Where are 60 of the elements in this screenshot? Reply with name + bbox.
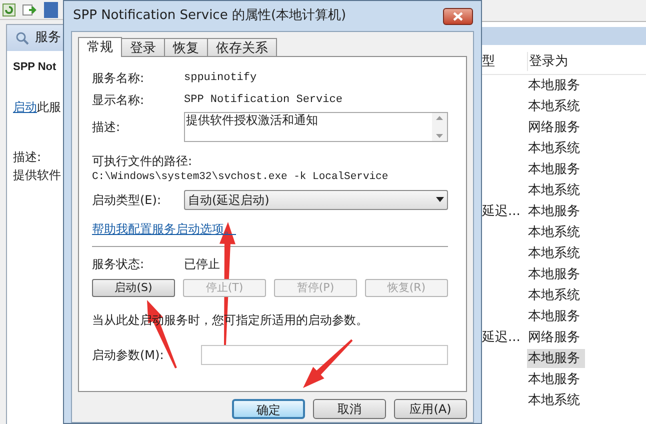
help-link[interactable]: 帮助我配置服务启动选项。 bbox=[92, 220, 236, 238]
tab[interactable]: 登录 bbox=[121, 38, 165, 56]
description-text: 提供软件 bbox=[13, 166, 62, 184]
export-icon[interactable] bbox=[22, 2, 38, 16]
path-label: 可执行文件的路径: bbox=[92, 153, 194, 170]
scrollbar[interactable] bbox=[432, 113, 447, 141]
field-label: 服务名称: bbox=[92, 70, 146, 87]
startup-type-dropdown[interactable]: 自动(延迟启动) bbox=[184, 190, 448, 210]
service-name-value: sppuinotify bbox=[184, 70, 257, 86]
field-label: 显示名称: bbox=[92, 92, 146, 109]
table-cell[interactable]: 本地系统 bbox=[527, 286, 585, 306]
service-button[interactable]: 启动(S) bbox=[92, 278, 175, 297]
pane-title: 服务 bbox=[35, 29, 61, 48]
table-cell[interactable]: 网络服务 bbox=[527, 328, 585, 348]
tab[interactable]: 恢复 bbox=[164, 38, 208, 56]
action-text: 此服 bbox=[37, 98, 61, 116]
table-cell[interactable]: 本地系统 bbox=[527, 244, 585, 264]
table-cell[interactable]: 本地服务 bbox=[527, 306, 585, 326]
start-link[interactable]: 启动 bbox=[13, 98, 37, 116]
table-cell[interactable]: 网络服务 bbox=[527, 118, 585, 138]
table-cell[interactable]: 本地服务 bbox=[527, 348, 585, 368]
search-icon bbox=[15, 31, 29, 45]
table-cell[interactable]: 本地服务 bbox=[527, 160, 585, 180]
display-name-value: SPP Notification Service bbox=[184, 92, 342, 108]
table-cell[interactable]: 本地系统 bbox=[527, 222, 585, 242]
description-label: 描述: bbox=[13, 148, 42, 166]
field-label: 启动类型(E): bbox=[92, 192, 162, 209]
dialog-button[interactable]: 取消 bbox=[313, 399, 386, 419]
table-cell[interactable]: 本地系统 bbox=[527, 138, 585, 158]
refresh-icon[interactable] bbox=[2, 2, 16, 16]
table-cell[interactable]: 本地系统 bbox=[527, 96, 585, 116]
field-label: 描述: bbox=[92, 119, 122, 136]
table-cell[interactable]: 本地服务 bbox=[527, 76, 585, 96]
path-value: C:\Windows\system32\svchost.exe -k LocalService bbox=[92, 170, 390, 185]
dialog-button[interactable]: 确定 bbox=[232, 399, 305, 419]
table-cell[interactable]: 本地服务 bbox=[527, 264, 585, 284]
table-cell-text: 延迟... bbox=[482, 328, 522, 347]
service-title: SPP Not bbox=[13, 60, 58, 75]
table-cell[interactable]: 本地系统 bbox=[527, 390, 585, 410]
close-icon bbox=[453, 12, 463, 20]
window-title: SPP Notification Service 的属性(本地计算机) bbox=[72, 7, 346, 26]
annotation-arrow bbox=[303, 339, 353, 388]
scroll-down-icon[interactable] bbox=[436, 134, 443, 138]
dialog-button[interactable]: 应用(A) bbox=[394, 399, 467, 419]
column-header[interactable]: 登录为 bbox=[527, 52, 587, 72]
table-cell-text: 延迟... bbox=[482, 202, 522, 221]
tab[interactable]: 依存关系 bbox=[207, 38, 277, 56]
description-field[interactable]: 提供软件授权激活和通知 bbox=[184, 112, 448, 142]
table-cell[interactable]: 本地系统 bbox=[527, 180, 585, 200]
tab[interactable]: 常规 bbox=[78, 37, 122, 57]
status-value: 已停止 bbox=[184, 256, 220, 273]
field-label: 启动参数(M): bbox=[92, 346, 165, 364]
table-cell[interactable]: 本地服务 bbox=[527, 370, 585, 390]
dropdown-caret-icon bbox=[436, 197, 444, 202]
scroll-up-icon[interactable] bbox=[436, 116, 443, 120]
close-button[interactable] bbox=[443, 8, 473, 24]
table-cell[interactable]: 本地服务 bbox=[527, 202, 585, 222]
column-header[interactable]: 型 bbox=[482, 52, 527, 72]
params-field[interactable] bbox=[201, 344, 448, 365]
field-label: 服务状态: bbox=[92, 256, 146, 273]
